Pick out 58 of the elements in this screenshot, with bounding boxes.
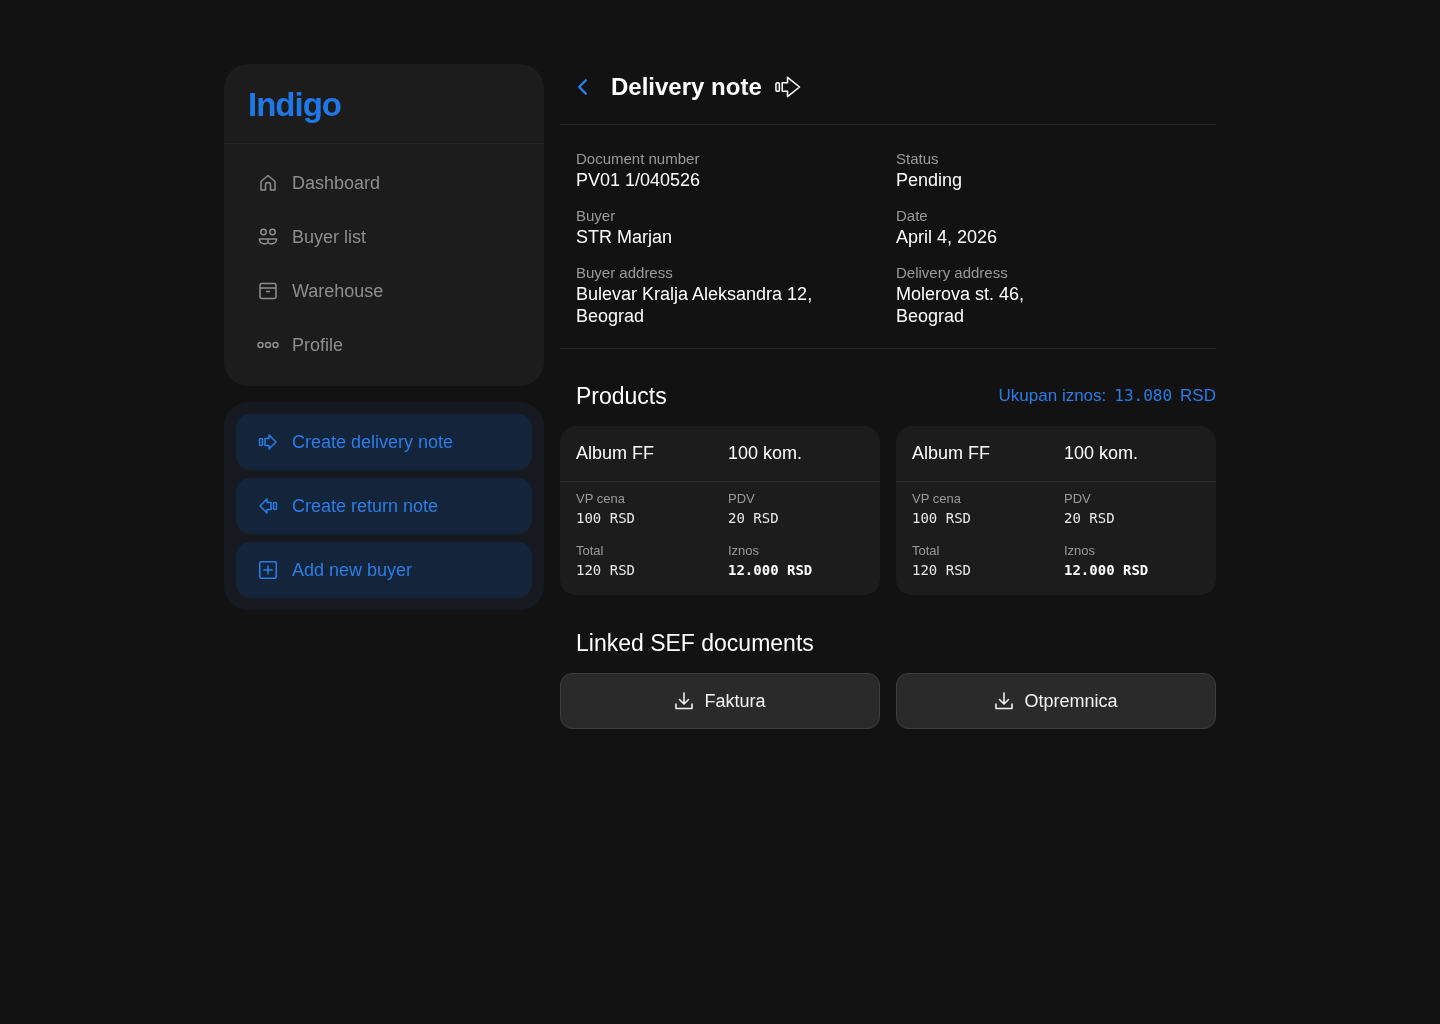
people-icon (258, 227, 278, 247)
field-label: Buyer address (576, 263, 674, 283)
field-value: Pending (896, 169, 964, 191)
action-button[interactable]: Create return note (236, 478, 532, 534)
field-label: Buyer (576, 206, 617, 226)
product-quantity: 100 kom. (1064, 442, 1140, 465)
download-button[interactable]: Faktura (560, 673, 880, 729)
field-label: PDV (728, 490, 756, 508)
field-value: PV01 1/040526 (576, 169, 702, 191)
total-amount: 13.080 (1114, 386, 1173, 405)
field-value: 120 RSD (912, 561, 972, 580)
product-name: Album FF (912, 442, 991, 465)
more-icon (257, 341, 279, 349)
page-title: Delivery note (611, 72, 762, 102)
field-label: Document number (576, 149, 701, 169)
field-value: 120 RSD (576, 561, 636, 580)
field-value: 20 RSD (728, 509, 780, 528)
nav-item[interactable]: Dashboard (224, 163, 544, 203)
arrow-right-icon (258, 432, 278, 452)
field-label: Total (912, 542, 941, 560)
field-value: 100 RSD (576, 509, 636, 528)
product-quantity: 100 kom. (728, 442, 804, 465)
field-label: Total (576, 542, 605, 560)
product-name: Album FF (576, 442, 655, 465)
logo[interactable]: Indigo (248, 84, 341, 125)
action-button[interactable]: Add new buyer (236, 542, 532, 598)
field-label: VP cena (912, 490, 962, 508)
nav-item[interactable]: Buyer list (224, 217, 544, 257)
field-value: 12.000 RSD (1064, 561, 1150, 580)
field-label: Status (896, 149, 940, 169)
section-title: Linked SEF documents (575, 629, 815, 658)
plus-icon (258, 560, 278, 580)
box-icon (258, 281, 278, 301)
field-label: VP cena (576, 490, 626, 508)
download-icon (994, 691, 1015, 711)
field-label: Date (896, 206, 929, 226)
nav-item[interactable]: Profile (224, 325, 544, 365)
action-button[interactable]: Create delivery note (236, 414, 532, 470)
total-currency: RSD (1180, 386, 1216, 406)
field-value: STR Marjan (576, 226, 674, 248)
nav-item[interactable]: Warehouse (224, 271, 544, 311)
field-value: 100 RSD (912, 509, 972, 528)
field-label: Delivery address (896, 263, 1009, 283)
field-value: April 4, 2026 (896, 226, 999, 248)
arrow-left-icon (258, 496, 278, 516)
arrow-right-icon (774, 75, 801, 99)
field-value: Bulevar Kralja Aleksandra 12, Beograd (576, 283, 814, 327)
home-icon (258, 173, 278, 193)
download-icon (674, 691, 695, 711)
field-label: PDV (1064, 490, 1092, 508)
section-title: Products (576, 382, 667, 411)
total-label: Ukupan iznos: (998, 386, 1107, 406)
field-value: Molerova st. 46, Beograd (896, 283, 1026, 327)
field-label: Iznos (1064, 542, 1097, 560)
field-value: 12.000 RSD (728, 561, 814, 580)
field-label: Iznos (728, 542, 761, 560)
field-value: 20 RSD (1064, 509, 1116, 528)
download-button[interactable]: Otpremnica (896, 673, 1216, 729)
